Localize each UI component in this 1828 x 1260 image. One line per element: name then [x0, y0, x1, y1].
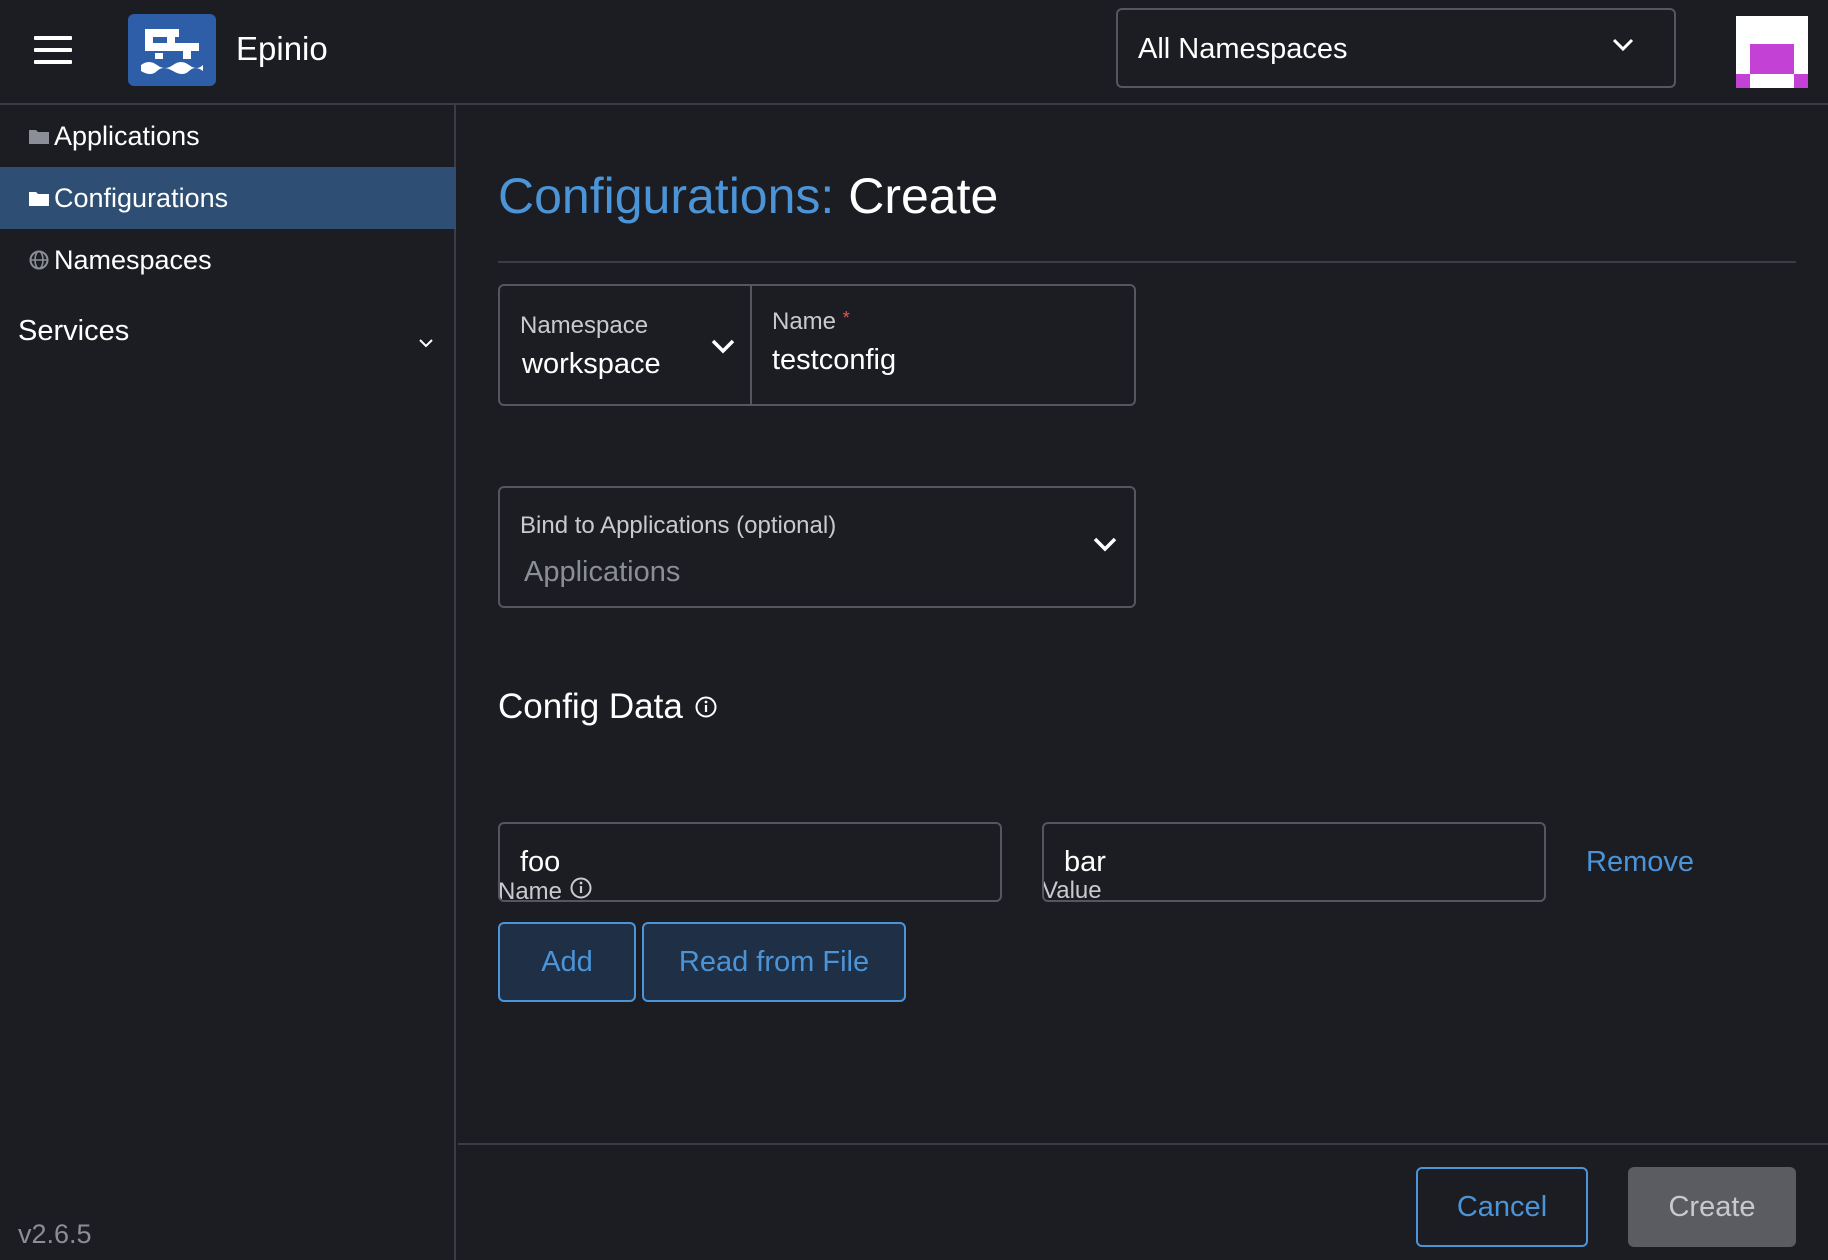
folder-icon [28, 187, 50, 209]
namespace-filter-select[interactable]: All Namespaces [1116, 8, 1676, 88]
sidebar-group-services[interactable]: Services [0, 297, 456, 365]
sidebar-item-label: Applications [54, 120, 200, 151]
breadcrumb-separator: : [820, 168, 835, 224]
chevron-down-icon [710, 338, 736, 359]
add-button[interactable]: Add [498, 922, 636, 1002]
read-from-file-button[interactable]: Read from File [642, 922, 906, 1002]
sidebar-item-configurations[interactable]: Configurations [0, 167, 456, 229]
user-avatar[interactable] [1736, 16, 1808, 88]
config-data-heading: Config Data [498, 687, 717, 727]
sidebar-item-label: Configurations [54, 182, 229, 213]
app-title: Epinio [236, 30, 328, 67]
namespace-name-group: Namespace workspace Name * testconfig [498, 284, 1136, 406]
breadcrumb-configurations[interactable]: Configurations [498, 168, 820, 224]
top-header: Epinio All Namespaces [0, 0, 1828, 105]
namespace-select[interactable]: Namespace workspace [500, 286, 752, 404]
namespace-filter-value: All Namespaces [1138, 33, 1348, 65]
config-data-title: Config Data [498, 687, 683, 726]
sidebar-item-namespaces[interactable]: Namespaces [0, 229, 456, 291]
create-button[interactable]: Create [1628, 1167, 1796, 1247]
title-divider [498, 261, 1796, 263]
page-title-current: Create [848, 168, 999, 224]
page-title: Configurations: Create [498, 167, 998, 225]
bind-applications-placeholder: Applications [524, 556, 681, 588]
folder-icon [28, 125, 50, 147]
chevron-down-icon [1612, 38, 1634, 57]
name-label: Name * [772, 308, 850, 335]
config-value-input[interactable]: bar [1042, 822, 1546, 902]
cancel-button[interactable]: Cancel [1416, 1167, 1588, 1247]
version-label: v2.6.5 [18, 1219, 92, 1249]
chevron-down-icon [418, 323, 434, 356]
chevron-down-icon [1092, 536, 1118, 557]
required-mark: * [842, 308, 850, 328]
info-icon[interactable] [695, 687, 717, 727]
remove-row-link[interactable]: Remove [1586, 846, 1694, 879]
name-value: testconfig [772, 344, 897, 376]
hamburger-icon[interactable] [34, 36, 72, 64]
sidebar-item-applications[interactable]: Applications [0, 105, 456, 167]
footer-divider [458, 1143, 1828, 1145]
globe-icon [28, 249, 50, 271]
name-field[interactable]: Name * testconfig [752, 286, 1134, 404]
bind-applications-label: Bind to Applications (optional) [520, 512, 837, 539]
epinio-logo-icon[interactable] [128, 14, 216, 86]
namespace-value: workspace [522, 348, 661, 380]
sidebar: Applications Configurations Namespaces S… [0, 105, 456, 1260]
services-label: Services [18, 314, 130, 347]
bind-applications-select[interactable]: Bind to Applications (optional) Applicat… [498, 486, 1136, 608]
main-content: Configurations: Create Namespace workspa… [458, 105, 1828, 1260]
config-key-input[interactable]: foo [498, 822, 1002, 902]
namespace-label: Namespace [520, 312, 649, 339]
sidebar-item-label: Namespaces [54, 244, 212, 275]
